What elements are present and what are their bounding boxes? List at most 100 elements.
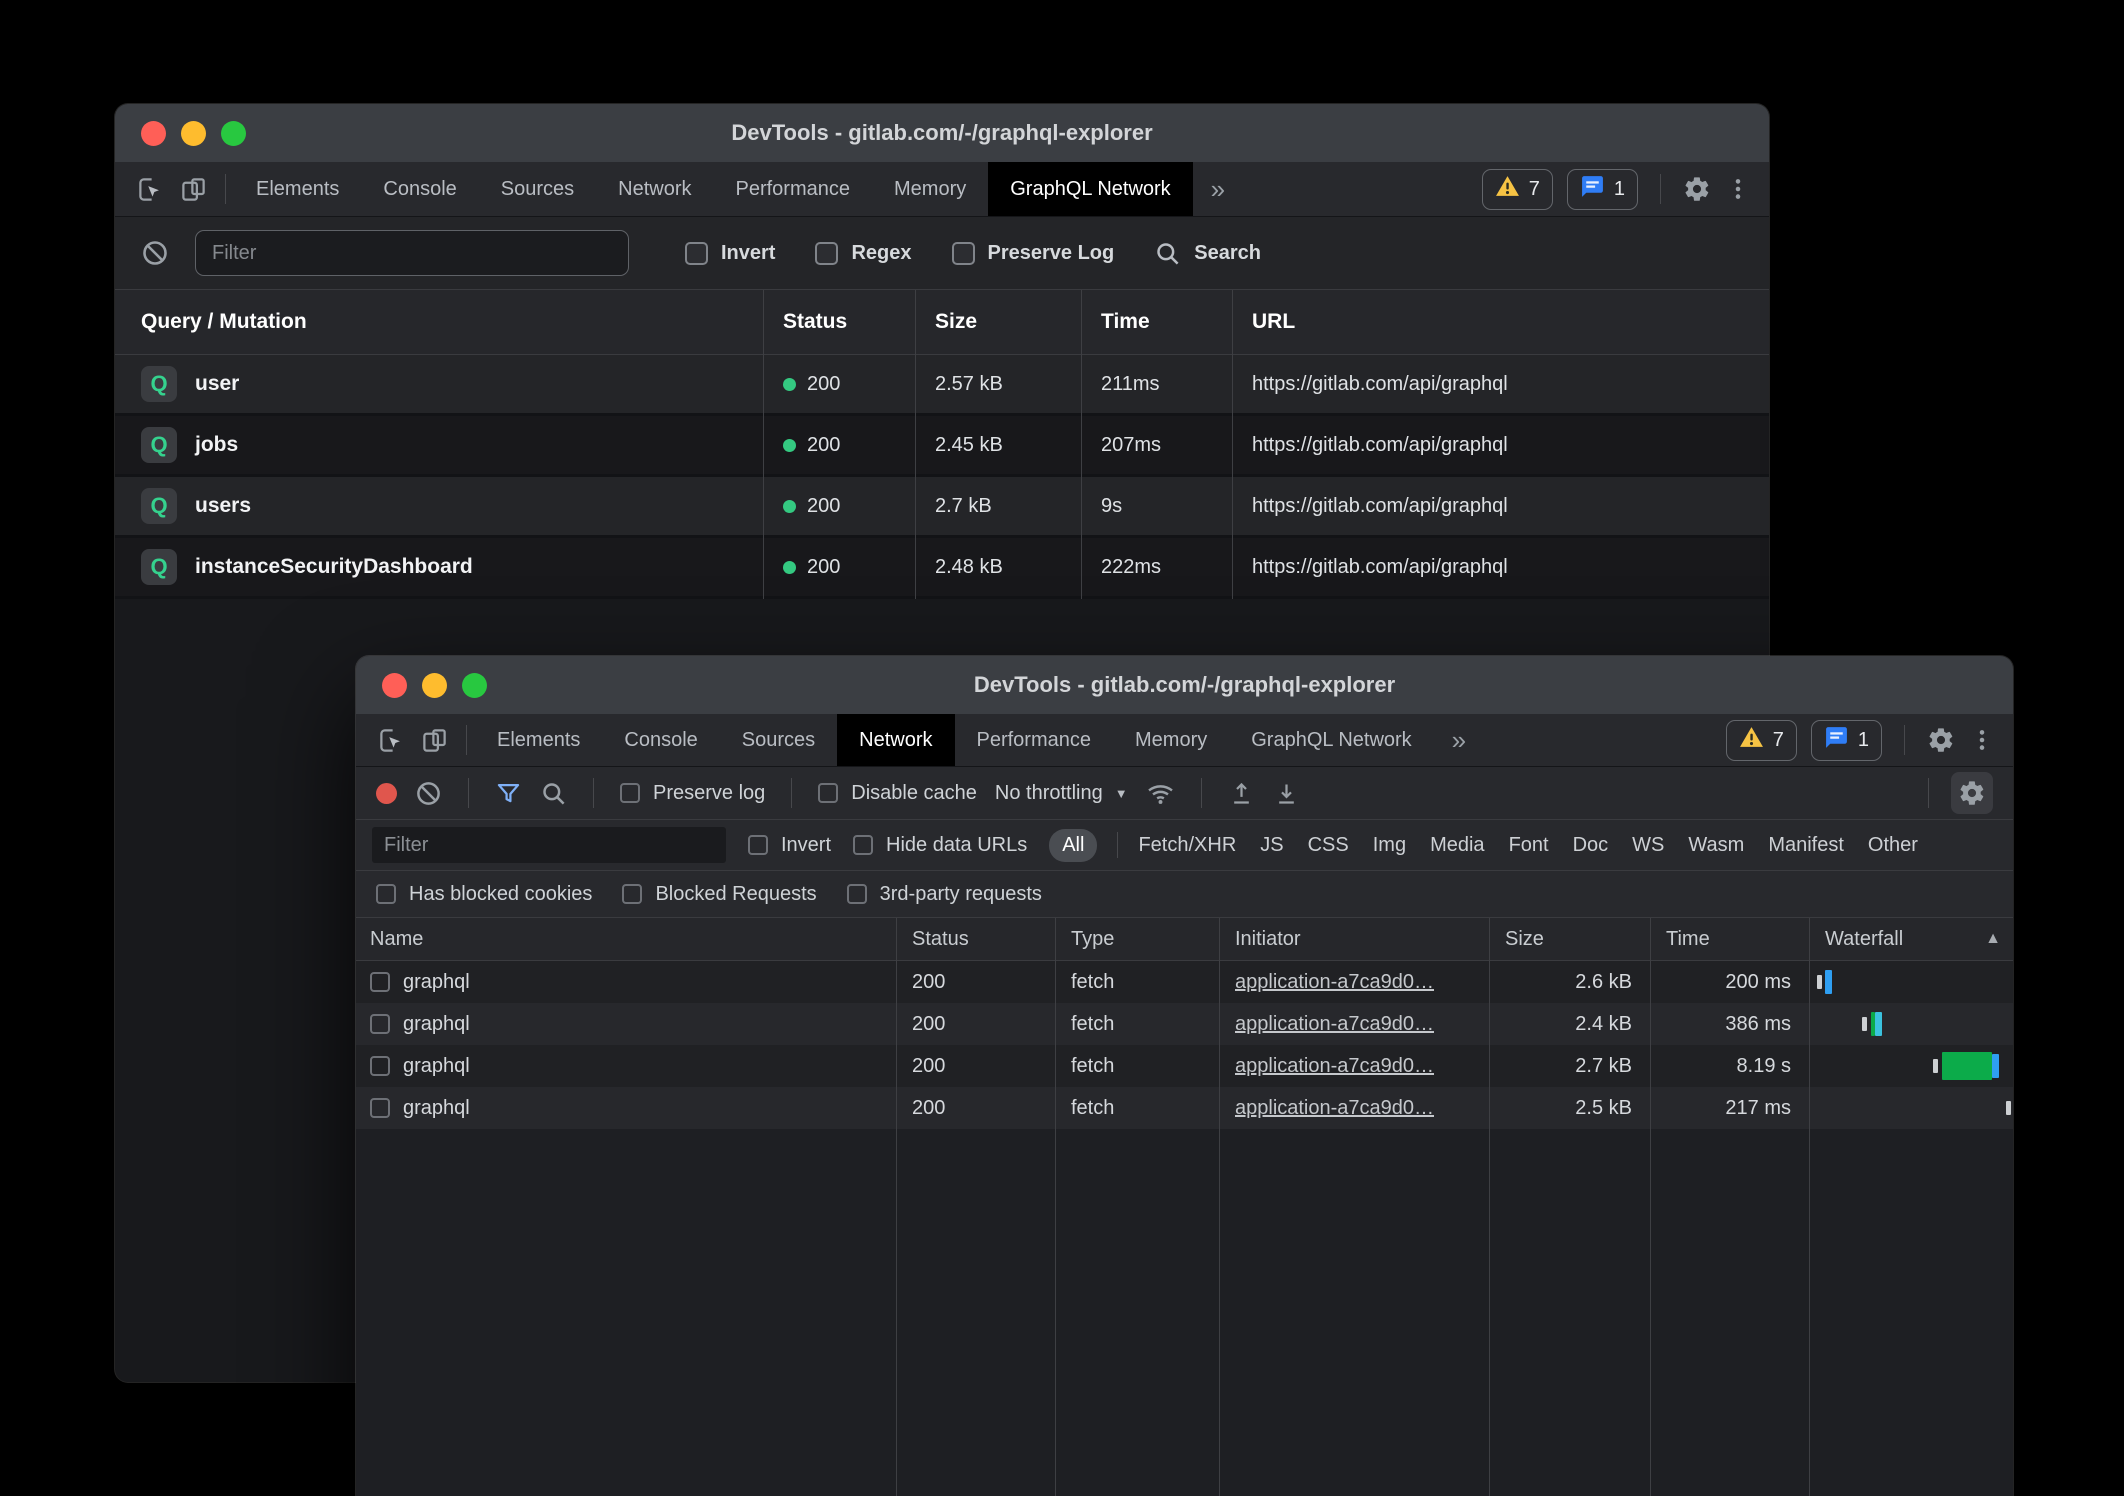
window-titlebar[interactable]: DevTools - gitlab.com/-/graphql-explorer: [115, 104, 1769, 162]
graphql-request-row[interactable]: Q users 200 2.7 kB 9s https://gitlab.com…: [115, 477, 1769, 538]
tab-performance[interactable]: Performance: [955, 714, 1114, 766]
network-settings-button[interactable]: [1951, 772, 1993, 814]
column-header-size[interactable]: Size: [1489, 918, 1650, 960]
kebab-menu-icon[interactable]: [1725, 176, 1751, 202]
search-icon[interactable]: [540, 780, 567, 807]
resource-type-filter-img[interactable]: Img: [1373, 834, 1406, 857]
request-initiator-link[interactable]: application-a7ca9d0…: [1235, 1055, 1434, 1078]
column-header-query-mutation[interactable]: Query / Mutation: [115, 290, 763, 354]
request-initiator-link[interactable]: application-a7ca9d0…: [1235, 971, 1434, 994]
graphql-request-row[interactable]: Q instanceSecurityDashboard 200 2.48 kB …: [115, 538, 1769, 599]
request-initiator-link[interactable]: application-a7ca9d0…: [1235, 1097, 1434, 1120]
inspect-element-icon[interactable]: [378, 727, 405, 754]
filter-input[interactable]: [195, 230, 629, 276]
column-header-type[interactable]: Type: [1055, 918, 1219, 960]
console-warnings-badge[interactable]: 7: [1482, 169, 1553, 210]
has-blocked-cookies-control[interactable]: Has blocked cookies: [376, 883, 592, 906]
search-control[interactable]: Search: [1154, 240, 1261, 267]
invert-checkbox-control[interactable]: Invert: [685, 242, 775, 265]
tab-console[interactable]: Console: [602, 714, 719, 766]
export-har-icon[interactable]: [1273, 780, 1300, 807]
tab-console[interactable]: Console: [361, 162, 478, 216]
third-party-requests-control[interactable]: 3rd-party requests: [847, 883, 1042, 906]
tab-network[interactable]: Network: [837, 714, 954, 766]
import-har-icon[interactable]: [1228, 780, 1255, 807]
graphql-request-row[interactable]: Q user 200 2.57 kB 211ms https://gitlab.…: [115, 355, 1769, 416]
invert-checkbox[interactable]: [685, 242, 708, 265]
tab-memory[interactable]: Memory: [1113, 714, 1229, 766]
kebab-menu-icon[interactable]: [1969, 727, 1995, 753]
tab-network[interactable]: Network: [596, 162, 713, 216]
column-header-waterfall[interactable]: Waterfall▲: [1809, 918, 2013, 960]
inspect-element-icon[interactable]: [137, 176, 164, 203]
more-tabs-icon[interactable]: »: [1193, 162, 1243, 216]
console-messages-badge[interactable]: 1: [1811, 720, 1882, 761]
column-header-time[interactable]: Time: [1650, 918, 1809, 960]
resource-type-filter-wasm[interactable]: Wasm: [1688, 834, 1744, 857]
network-request-row[interactable]: graphql 200 fetch application-a7ca9d0… 2…: [356, 1045, 2013, 1087]
record-network-log-button[interactable]: [376, 783, 397, 804]
resource-type-filter-doc[interactable]: Doc: [1573, 834, 1609, 857]
blocked-requests-control[interactable]: Blocked Requests: [622, 883, 816, 906]
row-checkbox[interactable]: [370, 1056, 390, 1076]
resource-type-filter-manifest[interactable]: Manifest: [1768, 834, 1844, 857]
close-button[interactable]: [141, 121, 166, 146]
tab-graphql-network[interactable]: GraphQL Network: [1229, 714, 1433, 766]
row-checkbox[interactable]: [370, 1098, 390, 1118]
column-header-status[interactable]: Status: [763, 290, 915, 354]
column-header-size[interactable]: Size: [915, 290, 1081, 354]
disable-cache-control[interactable]: Disable cache: [818, 782, 977, 805]
resource-type-filter-all[interactable]: All: [1049, 829, 1097, 862]
regex-checkbox-control[interactable]: Regex: [815, 242, 911, 265]
invert-checkbox[interactable]: [748, 835, 768, 855]
preserve-log-control[interactable]: Preserve log: [620, 782, 765, 805]
device-toolbar-icon[interactable]: [421, 727, 448, 754]
row-checkbox[interactable]: [370, 1014, 390, 1034]
tab-elements[interactable]: Elements: [475, 714, 602, 766]
settings-gear-icon[interactable]: [1683, 175, 1711, 203]
network-request-row[interactable]: graphql 200 fetch application-a7ca9d0… 2…: [356, 1087, 2013, 1129]
tab-performance[interactable]: Performance: [714, 162, 873, 216]
graphql-request-row[interactable]: Q jobs 200 2.45 kB 207ms https://gitlab.…: [115, 416, 1769, 477]
settings-gear-icon[interactable]: [1927, 726, 1955, 754]
column-header-name[interactable]: Name: [356, 918, 896, 960]
preserve-log-checkbox[interactable]: [620, 783, 640, 803]
console-warnings-badge[interactable]: 7: [1726, 720, 1797, 761]
regex-checkbox[interactable]: [815, 242, 838, 265]
tab-elements[interactable]: Elements: [234, 162, 361, 216]
tab-graphql-network[interactable]: GraphQL Network: [988, 162, 1192, 216]
tab-sources[interactable]: Sources: [479, 162, 596, 216]
request-initiator-link[interactable]: application-a7ca9d0…: [1235, 1013, 1434, 1036]
clear-network-log-icon[interactable]: [415, 780, 442, 807]
resource-type-filter-other[interactable]: Other: [1868, 834, 1918, 857]
resource-type-filter-css[interactable]: CSS: [1308, 834, 1349, 857]
network-request-row[interactable]: graphql 200 fetch application-a7ca9d0… 2…: [356, 961, 2013, 1003]
invert-control[interactable]: Invert: [748, 834, 831, 857]
third-party-requests-checkbox[interactable]: [847, 884, 867, 904]
clear-icon[interactable]: [141, 239, 169, 267]
hide-data-urls-checkbox[interactable]: [853, 835, 873, 855]
column-header-status[interactable]: Status: [896, 918, 1055, 960]
throttling-select[interactable]: No throttling ▼: [995, 782, 1128, 805]
zoom-button[interactable]: [221, 121, 246, 146]
disable-cache-checkbox[interactable]: [818, 783, 838, 803]
tab-memory[interactable]: Memory: [872, 162, 988, 216]
resource-type-filter-ws[interactable]: WS: [1632, 834, 1664, 857]
minimize-button[interactable]: [181, 121, 206, 146]
resource-type-filter-js[interactable]: JS: [1260, 834, 1283, 857]
search-icon[interactable]: [1154, 240, 1181, 267]
resource-type-filter-fetch-xhr[interactable]: Fetch/XHR: [1138, 834, 1236, 857]
console-messages-badge[interactable]: 1: [1567, 169, 1638, 210]
close-button[interactable]: [382, 673, 407, 698]
column-header-time[interactable]: Time: [1081, 290, 1232, 354]
preserve-log-checkbox[interactable]: [952, 242, 975, 265]
more-tabs-icon[interactable]: »: [1434, 714, 1484, 766]
zoom-button[interactable]: [462, 673, 487, 698]
preserve-log-checkbox-control[interactable]: Preserve Log: [952, 242, 1115, 265]
network-conditions-icon[interactable]: [1146, 779, 1175, 808]
blocked-requests-checkbox[interactable]: [622, 884, 642, 904]
has-blocked-cookies-checkbox[interactable]: [376, 884, 396, 904]
network-filter-input[interactable]: [372, 827, 726, 863]
column-header-url[interactable]: URL: [1232, 290, 1769, 354]
minimize-button[interactable]: [422, 673, 447, 698]
